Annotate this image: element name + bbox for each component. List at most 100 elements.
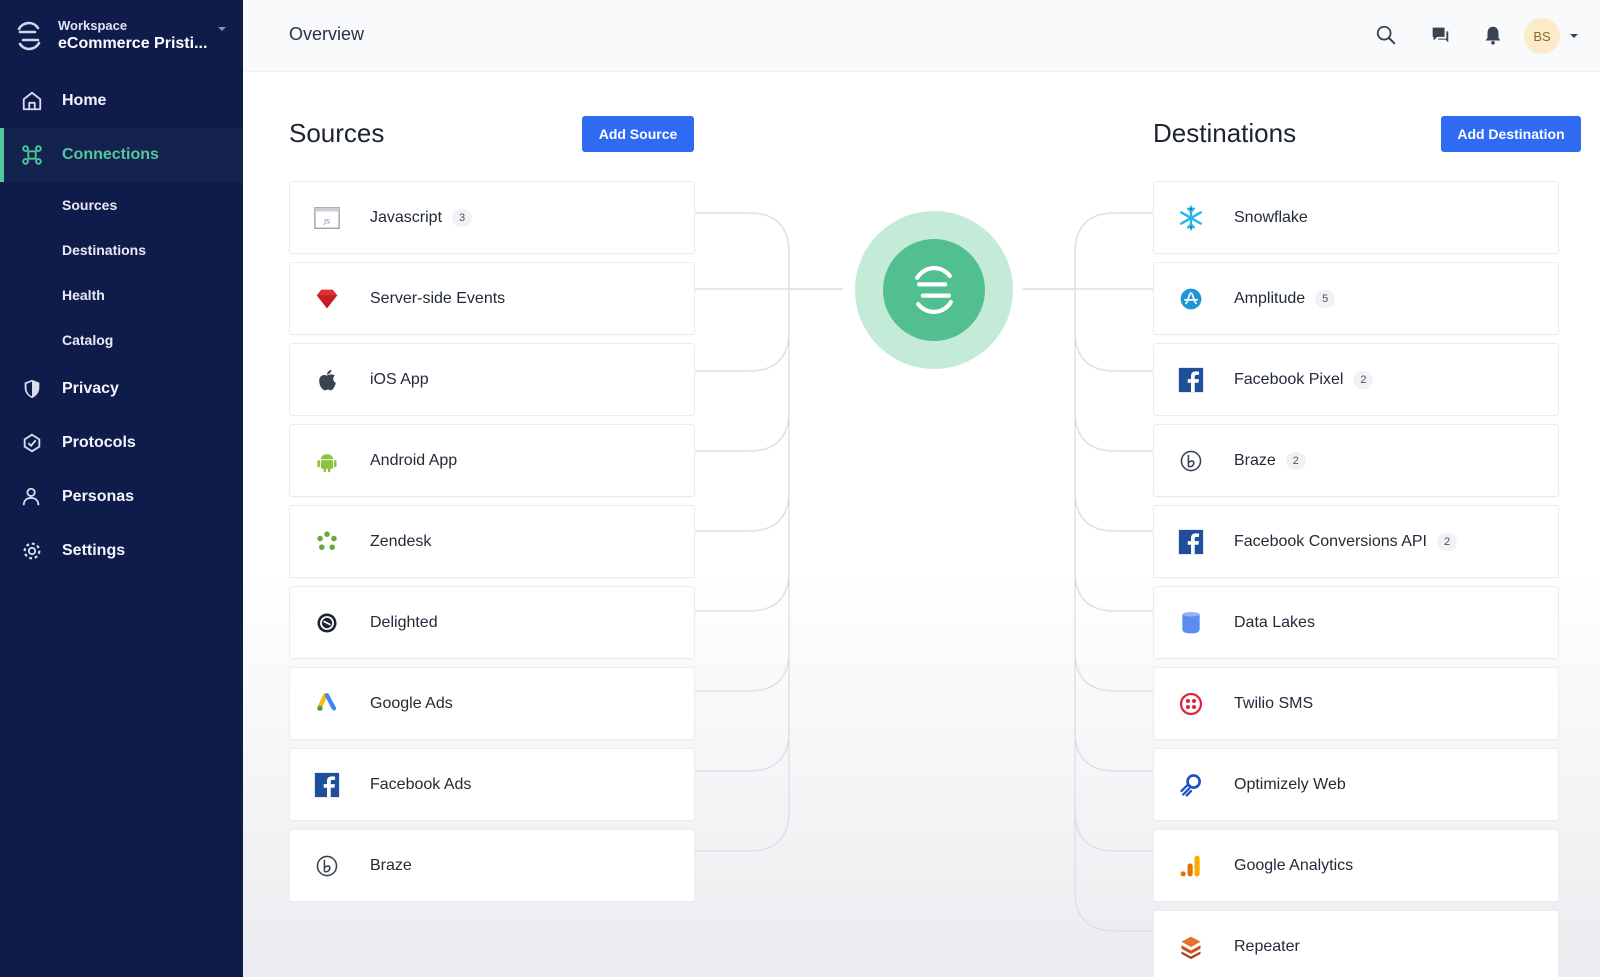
sidebar-subitem-sources[interactable]: Sources [0,182,243,227]
sidebar-subitem-catalog[interactable]: Catalog [0,317,243,362]
connections-icon [20,143,44,167]
destination-label: Facebook Conversions API [1234,532,1427,550]
optimizely-icon [1176,770,1206,800]
source-label: Google Ads [370,694,453,712]
source-card-ios-app[interactable]: iOS App [289,343,695,416]
count-badge: 2 [1285,451,1306,470]
source-card-zendesk[interactable]: Zendesk [289,505,695,578]
javascript-icon: JS [312,203,342,233]
svg-text:JS: JS [323,217,330,225]
destination-label: Google Analytics [1234,856,1354,874]
destination-label: Snowflake [1234,208,1308,226]
braze-icon [1176,446,1206,476]
page-title: Overview [289,24,365,44]
google-ads-icon [312,689,342,719]
source-label: Delighted [370,613,438,631]
add-source-button[interactable]: Add Source [582,116,694,152]
source-card-facebook-ads[interactable]: Facebook Ads [289,748,695,821]
sidebar-item-label: Personas [62,488,135,505]
facebook-icon [1176,527,1206,557]
shield-icon [20,377,44,401]
workspace-label: Workspace [58,18,128,33]
destination-label: Facebook Pixel [1234,370,1344,388]
destination-card-optimizely-web[interactable]: Optimizely Web [1153,748,1559,821]
workspace-text: Workspace eCommerce Pristi... [58,18,211,54]
segment-hub [855,211,1013,369]
destination-card-repeater[interactable]: Repeater [1153,910,1559,977]
sidebar-item-connections[interactable]: Connections [0,128,243,182]
source-card-google-ads[interactable]: Google Ads [289,667,695,740]
segment-hub-core [883,239,985,341]
repeater-icon [1176,932,1206,962]
source-label: Javascript [370,208,443,226]
source-card-delighted[interactable]: Delighted [289,586,695,659]
destination-card-snowflake[interactable]: Snowflake [1153,181,1559,254]
segment-logo-icon [17,21,41,51]
source-card-android-app[interactable]: Android App [289,424,695,497]
sidebar-item-privacy[interactable]: Privacy [0,362,243,416]
destination-card-facebook-pixel[interactable]: Facebook Pixel 2 [1153,343,1559,416]
destination-card-google-analytics[interactable]: Google Analytics [1153,829,1559,902]
zendesk-icon [312,527,342,557]
sidebar-subitem-destinations[interactable]: Destinations [0,227,243,272]
connections-overview: Sources Add Source JS Javascript 3 Serve… [243,72,1600,977]
destination-card-facebook-conversions-api[interactable]: Facebook Conversions API 2 [1153,505,1559,578]
destination-card-data-lakes[interactable]: Data Lakes [1153,586,1559,659]
sidebar-item-protocols[interactable]: Protocols [0,416,243,470]
destination-card-amplitude[interactable]: Amplitude 5 [1153,262,1559,335]
destination-card-twilio-sms[interactable]: Twilio SMS [1153,667,1559,740]
source-card-braze[interactable]: Braze [289,829,695,902]
count-badge: 2 [1437,532,1457,551]
source-card-javascript[interactable]: JS Javascript 3 [289,181,695,254]
source-label: Facebook Ads [370,775,472,793]
workspace-switcher[interactable]: Workspace eCommerce Pristi... [14,14,229,58]
ruby-icon [312,284,342,314]
sidebar-item-label: Protocols [62,434,136,451]
person-icon [20,485,44,509]
count-badge: 3 [452,208,473,227]
snowflake-icon [1176,203,1206,233]
facebook-icon [312,770,342,800]
destination-label: Twilio SMS [1234,694,1314,712]
destination-card-braze[interactable]: Braze 2 [1153,424,1559,497]
data-lakes-icon [1176,608,1206,638]
chevron-down-icon[interactable] [1568,30,1580,42]
workspace-name: eCommerce Pristi... [58,35,208,52]
source-label: Braze [370,856,412,874]
chat-icon[interactable] [1427,22,1453,48]
apple-icon [312,365,342,395]
sidebar-item-settings[interactable]: Settings [0,524,243,578]
twilio-icon [1176,689,1206,719]
sidebar-item-label: Home [62,92,107,109]
sources-list: JS Javascript 3 Server-side Events iOS A… [289,181,695,910]
destination-label: Optimizely Web [1234,775,1346,793]
sidebar-subitem-health[interactable]: Health [0,272,243,317]
google-analytics-icon [1176,851,1206,881]
avatar[interactable]: BS [1524,18,1560,54]
top-bar: Overview BS [243,0,1600,72]
add-destination-button[interactable]: Add Destination [1441,116,1581,152]
bell-icon[interactable] [1480,22,1506,48]
sidebar: Workspace eCommerce Pristi... Home Conne… [0,0,243,977]
search-icon[interactable] [1373,22,1399,48]
sidebar-item-label: Privacy [62,380,119,397]
source-label: Zendesk [370,532,432,550]
chevron-down-icon [218,27,226,31]
protocols-icon [20,431,44,455]
sidebar-item-label: Settings [62,542,126,559]
source-card-server-side-events[interactable]: Server-side Events [289,262,695,335]
gear-icon [20,539,44,563]
sidebar-item-home[interactable]: Home [0,74,243,128]
count-badge: 5 [1315,289,1336,308]
destination-label: Repeater [1234,937,1300,955]
delighted-icon [312,608,342,638]
destination-label: Data Lakes [1234,613,1315,631]
sidebar-item-personas[interactable]: Personas [0,470,243,524]
source-label: Server-side Events [370,289,506,307]
facebook-icon [1176,365,1206,395]
source-label: Android App [370,451,458,469]
segment-logo-icon [915,266,953,314]
destinations-list: Snowflake Amplitude 5 Facebook Pixel 2 B… [1153,181,1559,977]
sidebar-item-label: Connections [62,146,159,163]
destination-label: Braze [1234,451,1276,469]
